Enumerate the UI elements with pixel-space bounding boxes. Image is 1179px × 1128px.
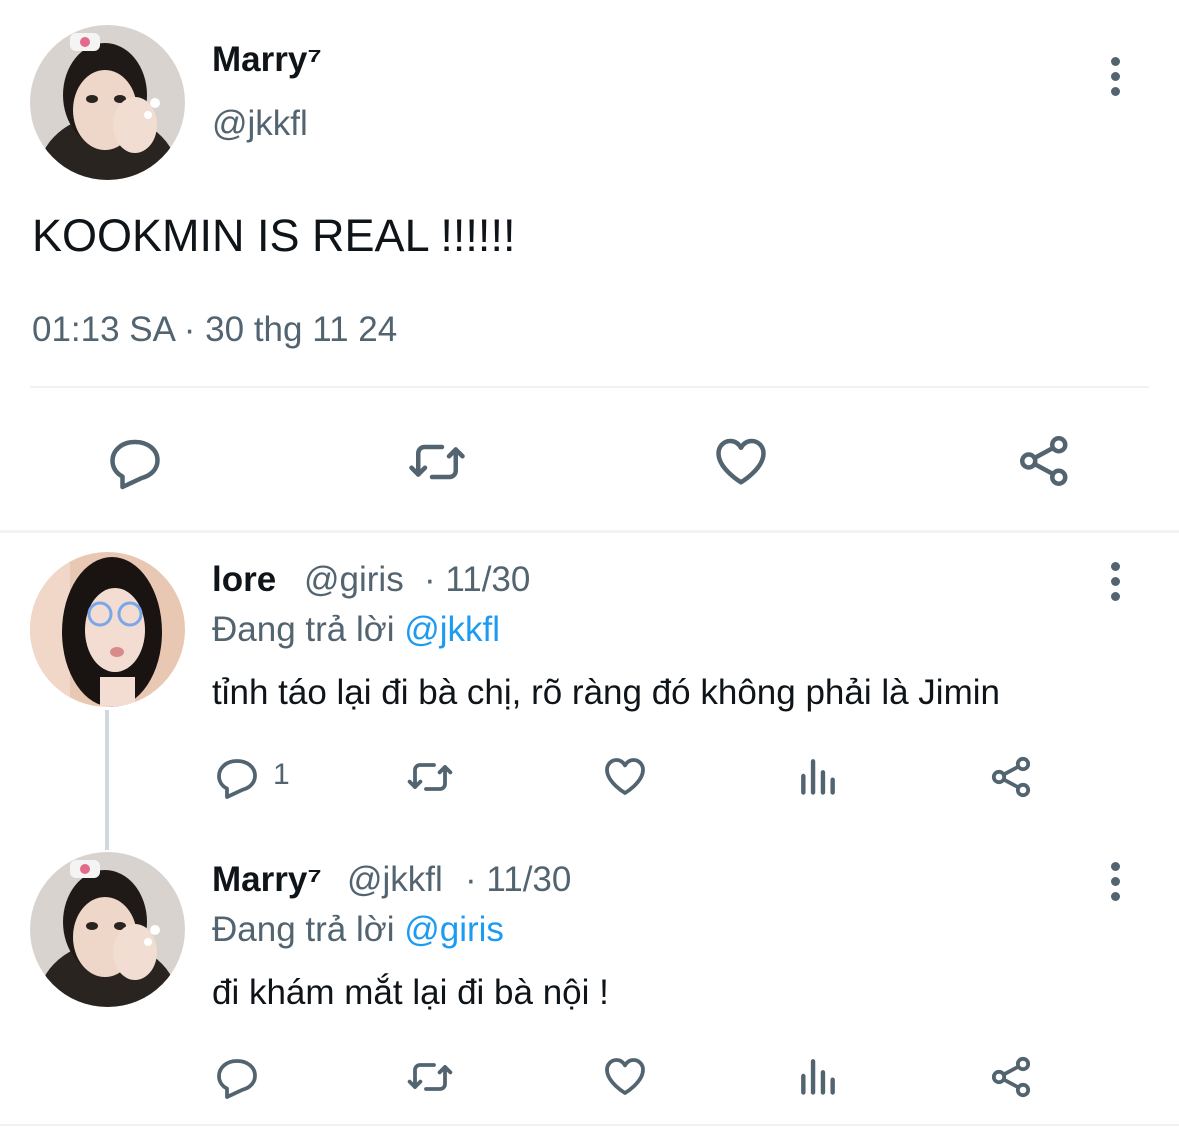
reply-date[interactable]: · 11/30 bbox=[465, 860, 571, 900]
reply-date[interactable]: · 11/30 bbox=[424, 560, 530, 600]
divider bbox=[30, 386, 1149, 388]
avatar[interactable] bbox=[30, 552, 185, 707]
handle[interactable]: @jkkfl bbox=[347, 860, 443, 900]
more-options-icon[interactable] bbox=[1111, 562, 1121, 607]
display-name[interactable]: Marry⁷ bbox=[212, 860, 322, 900]
reply-icon[interactable] bbox=[105, 432, 165, 492]
retweet-icon[interactable] bbox=[404, 1053, 456, 1101]
share-icon[interactable] bbox=[1015, 431, 1075, 491]
like-icon[interactable] bbox=[601, 1052, 649, 1100]
replying-to-prefix: Đang trả lời bbox=[212, 610, 395, 649]
reply-text: đi khám mắt lại đi bà nội ! bbox=[212, 973, 609, 1012]
bottom-divider bbox=[0, 1124, 1179, 1126]
retweet-icon[interactable] bbox=[404, 432, 470, 492]
views-icon[interactable] bbox=[796, 754, 840, 798]
views-icon[interactable] bbox=[796, 1054, 840, 1098]
share-icon[interactable] bbox=[988, 753, 1036, 801]
thread-line bbox=[105, 710, 109, 850]
timestamp[interactable]: 01:13 SA · 30 thg 11 24 bbox=[32, 310, 397, 350]
like-icon[interactable] bbox=[601, 752, 649, 800]
more-options-icon[interactable] bbox=[1111, 862, 1121, 907]
avatar[interactable] bbox=[30, 852, 185, 1007]
reply-icon[interactable] bbox=[213, 1053, 261, 1101]
display-name[interactable]: lore bbox=[212, 560, 276, 600]
like-icon[interactable] bbox=[711, 431, 771, 491]
replying-to-handle[interactable]: @giris bbox=[404, 910, 504, 949]
reply-count: 1 bbox=[273, 758, 290, 791]
display-name[interactable]: Marry⁷ bbox=[212, 40, 322, 80]
tweet-text: KOOKMIN IS REAL !!!!!! bbox=[32, 210, 516, 261]
reply-icon[interactable] bbox=[213, 753, 261, 801]
handle[interactable]: @giris bbox=[304, 560, 404, 600]
replying-to-label: Đang trả lời @jkkfl bbox=[212, 610, 500, 650]
replying-to-prefix: Đang trả lời bbox=[212, 910, 395, 949]
reply-text: tỉnh táo lại đi bà chị, rõ ràng đó không… bbox=[212, 673, 1000, 712]
share-icon[interactable] bbox=[988, 1053, 1036, 1101]
replying-to-handle[interactable]: @jkkfl bbox=[404, 610, 500, 649]
more-options-icon[interactable] bbox=[1111, 57, 1121, 102]
replying-to-label: Đang trả lời @giris bbox=[212, 910, 504, 950]
avatar[interactable] bbox=[30, 25, 185, 180]
handle[interactable]: @jkkfl bbox=[212, 104, 308, 144]
section-separator bbox=[0, 530, 1179, 533]
retweet-icon[interactable] bbox=[404, 753, 456, 801]
